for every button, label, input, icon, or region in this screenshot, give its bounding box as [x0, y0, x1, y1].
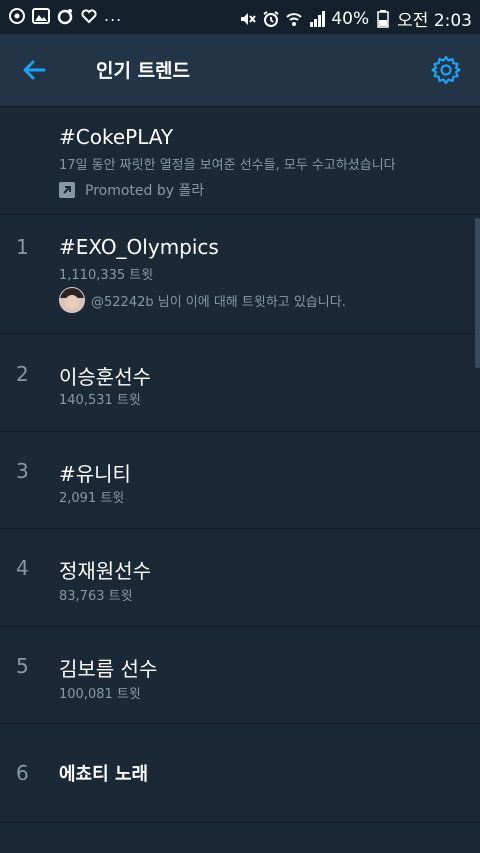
trend-tweet-count: 2,091 트윗 — [59, 491, 125, 506]
trend-topic: 이승훈선수 — [59, 365, 151, 389]
trend-rank: 4 — [16, 556, 29, 580]
signal-icon — [308, 10, 326, 28]
trend-item[interactable]: 4 정재원선수 83,763 트윗 — [0, 529, 480, 627]
trend-tweet-count: 1,110,335 트윗 — [59, 268, 154, 283]
heart-notification-icon — [80, 7, 98, 25]
promoted-label: Promoted by 폴라 — [59, 180, 204, 200]
trend-rank: 1 — [16, 235, 29, 259]
alarm-icon — [262, 10, 280, 28]
promoted-description: 17일 동안 짜릿한 열정을 보여준 선수들, 모두 수고하셨습니다 — [59, 158, 396, 173]
more-notifications: ... — [104, 6, 123, 25]
trend-rank: 3 — [16, 459, 29, 483]
status-bar-system: 40% 오전 2:03 — [239, 6, 472, 31]
scrollbar[interactable] — [475, 218, 480, 368]
trends-list: #CokePLAY 17일 동안 짜릿한 열정을 보여준 선수들, 모두 수고하… — [0, 107, 480, 823]
mute-icon — [239, 10, 257, 28]
battery-icon — [374, 9, 392, 28]
trend-item[interactable]: 5 김보름 선수 100,081 트윗 — [0, 627, 480, 724]
trend-item[interactable]: 2 이승훈선수 140,531 트윗 — [0, 334, 480, 432]
app-bar: 인기 트렌드 — [0, 34, 480, 107]
app-notification-icon — [8, 7, 26, 25]
gear-icon — [431, 55, 461, 85]
trend-tweeter-context: @52242b 님이 이에 대해 트윗하고 있습니다. — [59, 287, 346, 313]
promoted-trend[interactable]: #CokePLAY 17일 동안 짜릿한 열정을 보여준 선수들, 모두 수고하… — [0, 107, 480, 215]
trend-topic: 에쵸티 노래 — [59, 764, 149, 785]
back-arrow-icon — [23, 60, 46, 80]
trend-topic: #유니티 — [59, 462, 131, 486]
status-bar: ... 40% 오전 2:03 — [0, 0, 480, 34]
clock-time: 오전 2:03 — [397, 11, 472, 31]
trend-rank: 2 — [16, 362, 29, 386]
battery-percent: 40% — [331, 8, 370, 29]
gallery-notification-icon — [32, 7, 50, 25]
tweeter-text: @52242b 님이 이에 대해 트윗하고 있습니다. — [91, 294, 346, 310]
wifi-icon — [285, 10, 303, 28]
back-button[interactable] — [18, 54, 58, 86]
page-title: 인기 트렌드 — [96, 60, 191, 82]
trend-topic: 김보름 선수 — [59, 657, 158, 681]
trend-tweet-count: 140,531 트윗 — [59, 393, 141, 408]
trend-topic: #EXO_Olympics — [59, 235, 219, 259]
trend-topic: #CokePLAY — [59, 125, 174, 149]
camera-notification-icon — [56, 7, 74, 25]
trend-tweet-count: 100,081 트윗 — [59, 687, 141, 702]
promoted-by-text: Promoted by 폴라 — [85, 183, 205, 199]
trend-item[interactable]: 6 에쵸티 노래 — [0, 724, 480, 823]
trend-item[interactable]: 3 #유니티 2,091 트윗 — [0, 432, 480, 529]
avatar — [59, 287, 85, 313]
trend-rank: 6 — [16, 761, 29, 785]
trend-rank: 5 — [16, 654, 29, 678]
status-bar-notifications: ... — [8, 6, 122, 25]
trend-tweet-count: 83,763 트윗 — [59, 589, 133, 604]
trend-topic: 정재원선수 — [59, 559, 151, 583]
trend-item[interactable]: 1 #EXO_Olympics 1,110,335 트윗 @52242b 님이 … — [0, 215, 480, 334]
promoted-arrow-icon — [59, 182, 75, 198]
settings-button[interactable] — [430, 54, 462, 86]
